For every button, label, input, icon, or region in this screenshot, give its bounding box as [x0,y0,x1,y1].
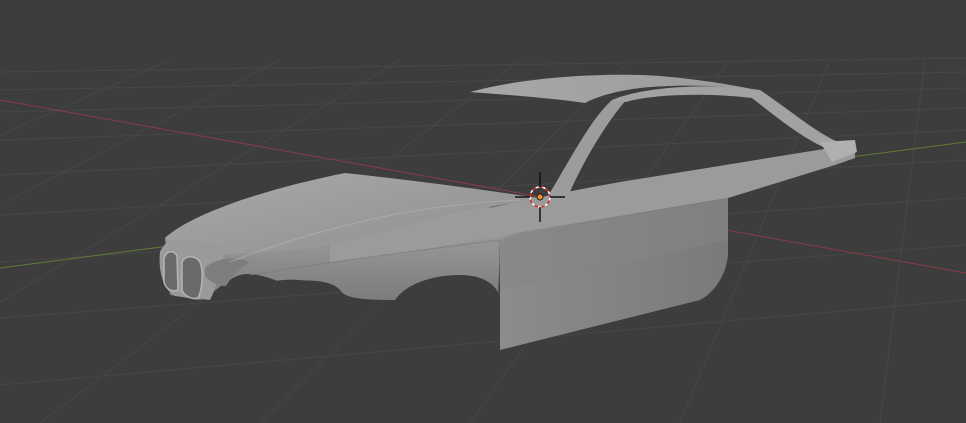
kidney-grille-left [163,251,179,292]
object-origin-icon [536,193,544,201]
3d-viewport[interactable] [0,0,966,423]
kidney-grille-right [181,256,203,300]
viewport-canvas[interactable] [0,0,966,423]
